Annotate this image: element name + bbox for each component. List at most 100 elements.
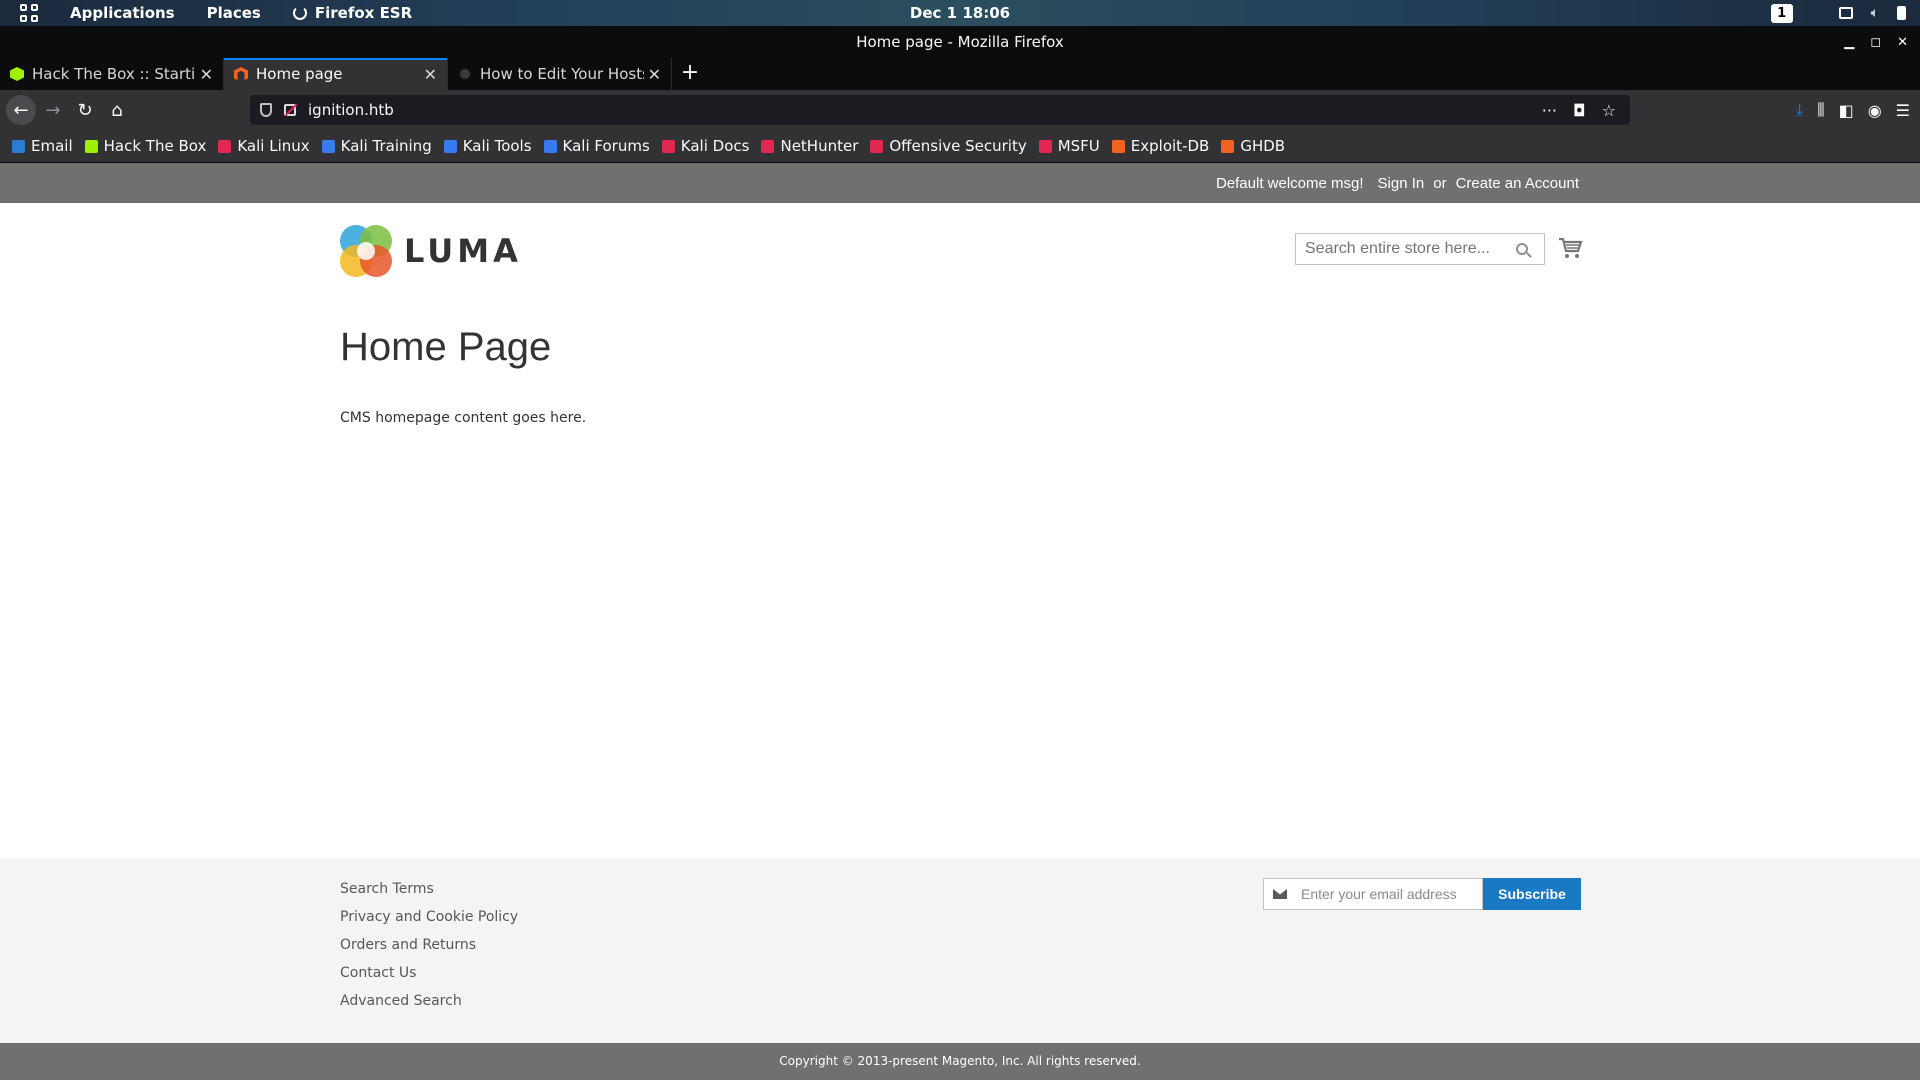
newsletter-form: Subscribe [1263, 878, 1581, 910]
back-button[interactable]: ← [6, 95, 36, 125]
magento-icon [234, 67, 248, 81]
gnome-top-panel: Applications Places Firefox ESR Dec 1 18… [0, 0, 1920, 26]
bookmark-favicon-icon [543, 139, 557, 153]
bookmark-label: Exploit-DB [1130, 137, 1210, 155]
tab-hackthebox[interactable]: Hack The Box :: Starting Point ✕ [0, 58, 224, 90]
account-icon[interactable]: ◉ [1868, 101, 1882, 120]
bookmark-label: Kali Docs [680, 137, 750, 155]
bookmark-label: Kali Linux [237, 137, 310, 155]
forward-button[interactable]: → [38, 95, 68, 125]
bookmark-label: GHDB [1240, 137, 1286, 155]
home-button[interactable]: ⌂ [102, 95, 132, 125]
reload-button[interactable]: ↻ [70, 95, 100, 125]
footer-links: Search Terms Privacy and Cookie Policy Ord… [340, 875, 518, 1015]
url-text[interactable]: ignition.htb [308, 101, 394, 119]
bookmark-msfu[interactable]: MSFU [1038, 137, 1100, 155]
maximize-icon[interactable]: ◻ [1870, 35, 1881, 50]
bookmark-kali-training[interactable]: Kali Training [321, 137, 432, 155]
menu-icon[interactable]: ☰ [1896, 101, 1910, 120]
tab-strip: Hack The Box :: Starting Point ✕ Home pa… [0, 58, 1920, 90]
search-input[interactable] [1296, 234, 1506, 264]
page-title: Home Page [340, 325, 552, 369]
applications-menu[interactable]: Applications [70, 4, 175, 22]
bookmark-label: Offensive Security [889, 137, 1027, 155]
copyright: Copyright © 2013-present Magento, Inc. A… [0, 1043, 1920, 1080]
insecure-connection-icon[interactable] [284, 104, 296, 116]
bookmark-offensive-security[interactable]: Offensive Security [870, 137, 1027, 155]
tab-label: Hack The Box :: Starting Point [32, 65, 196, 83]
envelope-icon [1273, 889, 1287, 899]
tab-home-page[interactable]: Home page ✕ [224, 58, 448, 90]
app-grid-icon[interactable] [19, 3, 39, 23]
bookmark-label: Hack The Box [103, 137, 207, 155]
bookmarks-toolbar: Email Hack The Box Kali Linux Kali Training… [0, 130, 1920, 163]
url-bar[interactable]: ignition.htb ··· ◘ ☆ [250, 95, 1630, 125]
sign-in-link[interactable]: Sign In [1378, 175, 1425, 192]
store-header: LUMA [0, 203, 1920, 293]
bookmark-hack-the-box[interactable]: Hack The Box [84, 137, 207, 155]
bookmark-label: Kali Training [340, 137, 432, 155]
places-menu[interactable]: Places [207, 4, 261, 22]
page-actions-icon[interactable]: ··· [1542, 101, 1557, 120]
close-tab-icon[interactable]: ✕ [200, 65, 213, 84]
newsletter-email-input[interactable] [1301, 886, 1481, 902]
clock[interactable]: Dec 1 18:06 [0, 4, 1920, 22]
bookmark-favicon-icon [1221, 139, 1235, 153]
page-footer: Search Terms Privacy and Cookie Policy Ord… [0, 858, 1920, 1043]
window-titlebar: Home page - Mozilla Firefox ▁ ◻ ✕ [0, 26, 1920, 58]
create-account-link[interactable]: Create an Account [1456, 175, 1579, 192]
bookmark-email[interactable]: Email [12, 137, 73, 155]
battery-icon[interactable] [1897, 6, 1906, 20]
footer-link[interactable]: Search Terms [340, 875, 518, 903]
search-icon[interactable] [1516, 243, 1528, 255]
tab-label: Home page [256, 65, 343, 83]
tab-label: How to Edit Your Hosts File [480, 65, 644, 83]
close-tab-icon[interactable]: ✕ [424, 65, 437, 84]
bookmark-kali-tools[interactable]: Kali Tools [443, 137, 532, 155]
footer-link[interactable]: Privacy and Cookie Policy [340, 903, 518, 931]
tracking-protection-icon[interactable] [260, 103, 272, 117]
bookmark-favicon-icon [321, 139, 335, 153]
hackthebox-icon [10, 67, 24, 81]
bookmark-kali-linux[interactable]: Kali Linux [218, 137, 310, 155]
firefox-icon [292, 6, 307, 20]
new-tab-button[interactable]: + [672, 58, 708, 90]
pocket-icon[interactable]: ◘ [1573, 101, 1586, 120]
display-icon[interactable] [1838, 7, 1853, 19]
subscribe-button[interactable]: Subscribe [1483, 878, 1581, 910]
bookmark-exploit-db[interactable]: Exploit-DB [1111, 137, 1210, 155]
footer-link[interactable]: Contact Us [340, 959, 518, 987]
tab-hosts-file[interactable]: How to Edit Your Hosts File ✕ [448, 58, 672, 90]
store-search [1295, 233, 1545, 265]
bookmark-favicon-icon [443, 139, 457, 153]
luma-logo[interactable]: LUMA [340, 225, 522, 277]
close-window-icon[interactable]: ✕ [1897, 35, 1908, 50]
footer-link[interactable]: Advanced Search [340, 987, 518, 1015]
bookmark-nethunter[interactable]: NetHunter [761, 137, 858, 155]
bookmark-label: NetHunter [780, 137, 859, 155]
volume-icon[interactable]: 🔈︎ [1871, 5, 1879, 21]
bookmark-favicon-icon [1111, 139, 1125, 153]
footer-link[interactable]: Orders and Returns [340, 931, 518, 959]
bookmark-label: Kali Forums [562, 137, 650, 155]
sidebar-icon[interactable]: ◧ [1839, 101, 1854, 120]
cart-icon[interactable] [1557, 235, 1583, 261]
bookmark-favicon-icon [870, 139, 884, 153]
library-icon[interactable]: ⫼ [1817, 100, 1824, 120]
window-title: Home page - Mozilla Firefox [856, 33, 1064, 51]
navigation-toolbar: ← → ↻ ⌂ ignition.htb ··· ◘ ☆ ⤓ ⫼ ◧ ◉ ☰ [0, 90, 1920, 130]
bookmark-kali-docs[interactable]: Kali Docs [661, 137, 750, 155]
minimize-icon[interactable]: ▁ [1844, 35, 1854, 50]
active-app-label: Firefox ESR [314, 4, 413, 22]
active-app-menu[interactable]: Firefox ESR [292, 4, 413, 22]
close-tab-icon[interactable]: ✕ [648, 65, 661, 84]
bookmark-favicon-icon [218, 139, 232, 153]
bookmark-kali-forums[interactable]: Kali Forums [543, 137, 650, 155]
logo-text: LUMA [404, 232, 522, 270]
bookmark-star-icon[interactable]: ☆ [1602, 101, 1616, 120]
bookmark-label: Kali Tools [462, 137, 532, 155]
downloads-icon[interactable]: ⤓ [1796, 100, 1803, 120]
bookmark-ghdb[interactable]: GHDB [1221, 137, 1285, 155]
workspace-indicator[interactable]: 1 [1770, 3, 1793, 23]
luma-logo-mark [340, 225, 392, 277]
